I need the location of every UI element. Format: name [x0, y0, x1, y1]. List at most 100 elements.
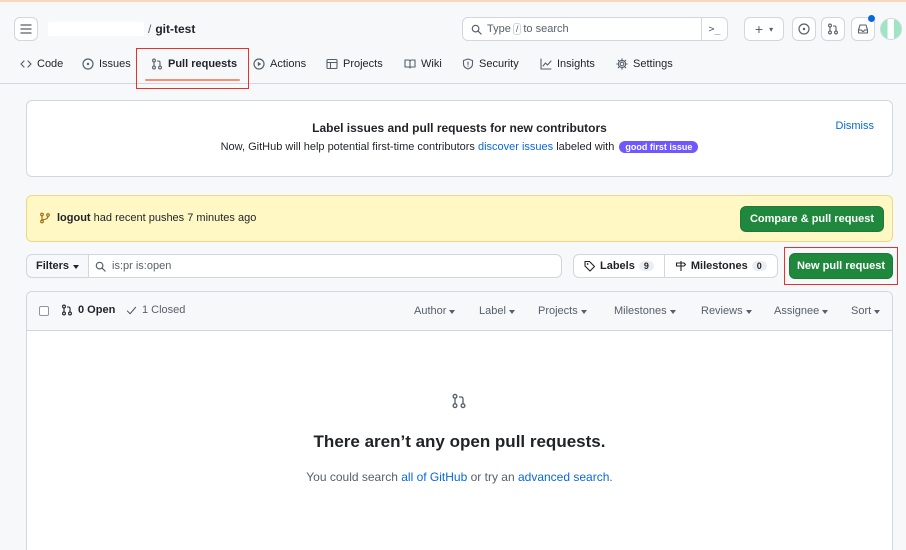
search-placeholder-post: to search [523, 23, 569, 35]
filters-label: Filters [35, 260, 69, 272]
milestone-icon [675, 261, 686, 271]
issue-opened-icon [82, 58, 94, 70]
chevron-down-icon [580, 309, 587, 314]
milestones-filter[interactable]: Milestones [614, 305, 676, 317]
recent-push-banner: logout had recent pushes 7 minutes ago C… [26, 195, 893, 242]
closed-count: 1 Closed [142, 304, 186, 316]
assignee-filter-label: Assignee [774, 305, 820, 317]
hamburger-icon [20, 24, 32, 34]
chevron-down-icon [874, 309, 881, 314]
closed-filter-link[interactable]: 1 Closed [126, 304, 185, 316]
check-icon [126, 306, 137, 314]
tab-insights[interactable]: Insights [540, 56, 595, 72]
table-icon [326, 58, 338, 70]
recent-push-text: logout had recent pushes 7 minutes ago [39, 212, 256, 224]
advanced-search-link[interactable]: advanced search [518, 470, 609, 484]
open-count: 0 Open [78, 304, 116, 316]
chevron-down-icon [73, 264, 79, 269]
sort-dropdown[interactable]: Sort [851, 305, 881, 317]
tab-label: Wiki [421, 58, 442, 70]
all-of-github-link[interactable]: all of GitHub [401, 470, 467, 484]
banner-text-before: Now, GitHub will help potential first-ti… [220, 141, 478, 153]
compare-pull-request-button[interactable]: Compare & pull request [740, 206, 884, 232]
branch-name-link[interactable]: logout [57, 212, 91, 224]
discover-issues-link[interactable]: discover issues [478, 141, 553, 153]
milestones-label: Milestones [690, 260, 748, 272]
pull-request-list: 0 Open 1 Closed Author Label Projects Mi… [26, 291, 893, 550]
repo-name-link[interactable]: git-test [155, 22, 195, 36]
blankslate-text: You could search all of GitHub or try an… [27, 470, 892, 484]
select-all-checkbox[interactable] [39, 306, 49, 316]
assignee-filter[interactable]: Assignee [774, 305, 829, 317]
create-new-button[interactable]: + ▾ [744, 17, 784, 41]
graph-icon [540, 58, 552, 70]
blankslate-text-before: You could search [306, 470, 402, 484]
search-placeholder-pre: Type [487, 23, 511, 35]
blankslate-title: There aren’t any open pull requests. [313, 432, 606, 451]
open-filter-link[interactable]: 0 Open [61, 304, 115, 316]
filters-button[interactable]: Filters [27, 255, 89, 277]
search-icon [471, 24, 482, 35]
blankslate-icon [451, 392, 467, 410]
menu-button[interactable] [14, 17, 38, 41]
shield-icon [462, 58, 474, 70]
banner-text: Now, GitHub will help potential first-ti… [27, 141, 892, 153]
tab-actions[interactable]: Actions [253, 56, 306, 72]
tab-label: Security [479, 58, 519, 70]
filter-bar: Filters is:pr is:open [26, 254, 562, 278]
tab-security[interactable]: Security [462, 56, 519, 72]
labels-button[interactable]: Labels 9 [574, 255, 664, 277]
command-palette-button[interactable]: >_ [701, 18, 727, 40]
labels-count: 9 [638, 261, 654, 271]
code-icon [20, 60, 32, 68]
owner-link[interactable] [48, 22, 144, 36]
book-icon [404, 59, 416, 69]
gear-icon [616, 58, 628, 70]
banner-text-after: labeled with [553, 141, 618, 153]
dismiss-button[interactable]: Dismiss [836, 120, 875, 132]
tab-label: Projects [343, 58, 383, 70]
tab-label: Settings [633, 58, 673, 70]
blankslate-text-after: . [609, 470, 613, 484]
projects-filter[interactable]: Projects [538, 305, 587, 317]
highlight-box-new-pull-request [784, 247, 898, 285]
author-filter[interactable]: Author [414, 305, 456, 317]
tab-projects[interactable]: Projects [326, 56, 383, 72]
git-pull-request-icon [62, 304, 72, 316]
reviews-filter-label: Reviews [701, 305, 743, 317]
search-input[interactable]: Type / to search >_ [462, 17, 728, 41]
labels-milestones-group: Labels 9 Milestones 0 [573, 254, 778, 278]
notification-indicator [868, 15, 875, 22]
tab-issues[interactable]: Issues [82, 56, 131, 72]
tab-code[interactable]: Code [20, 56, 63, 72]
breadcrumb-separator: / [148, 22, 152, 36]
play-icon [253, 58, 265, 70]
tab-settings[interactable]: Settings [616, 56, 673, 72]
tab-label: Insights [557, 58, 595, 70]
inbox-icon [857, 24, 869, 34]
chevron-down-icon [822, 309, 829, 314]
avatar[interactable] [880, 18, 902, 40]
banner-title: Label issues and pull requests for new c… [312, 121, 607, 135]
contributors-banner: Label issues and pull requests for new c… [26, 100, 893, 177]
issues-button[interactable] [792, 17, 816, 41]
search-icon [95, 261, 106, 272]
milestones-button[interactable]: Milestones 0 [663, 255, 777, 277]
chevron-down-icon [449, 309, 456, 314]
author-filter-label: Author [414, 305, 447, 317]
pr-search-input[interactable]: is:pr is:open [89, 255, 561, 277]
tab-label: Issues [99, 58, 131, 70]
label-filter-label: Label [479, 305, 506, 317]
tab-label: Code [37, 58, 64, 70]
good-first-issue-label[interactable]: good first issue [619, 141, 699, 153]
list-header: 0 Open 1 Closed Author Label Projects Mi… [27, 292, 892, 331]
projects-filter-label: Projects [538, 305, 578, 317]
git-pull-request-icon [828, 23, 838, 35]
chevron-down-icon [745, 309, 752, 314]
reviews-filter[interactable]: Reviews [701, 305, 752, 317]
pr-search-query: is:pr is:open [112, 260, 172, 272]
label-filter[interactable]: Label [479, 305, 515, 317]
pull-requests-button[interactable] [821, 17, 845, 41]
labels-label: Labels [600, 260, 635, 272]
tab-wiki[interactable]: Wiki [404, 56, 442, 72]
